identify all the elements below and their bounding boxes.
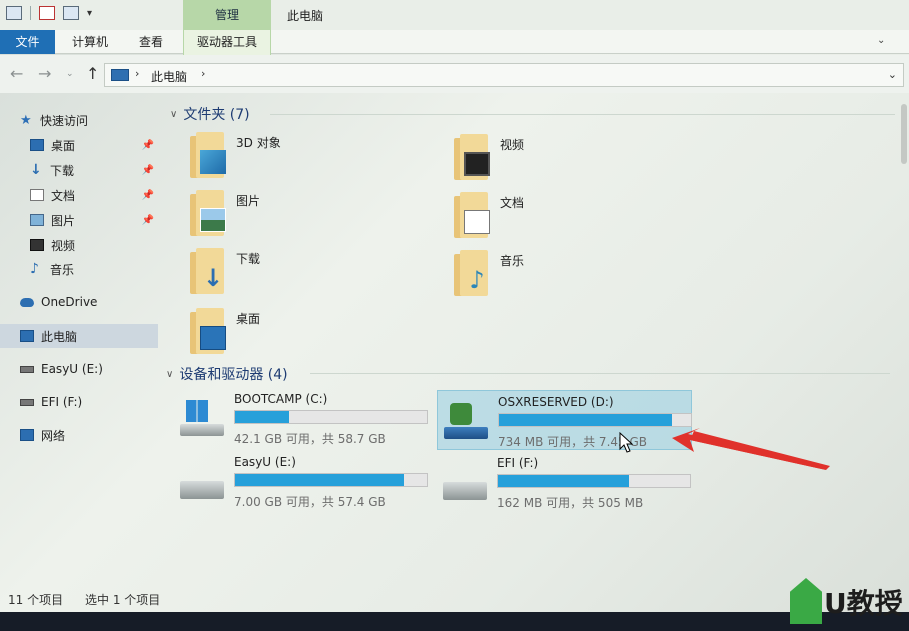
logo-icon [790,578,822,624]
explorer-window: ▾ 管理 此电脑 文件 计算机 查看 驱动器工具 ⌄ ← → ⌄ ↑ › 此电脑… [0,0,909,631]
item-count: 11 个项目 [8,593,64,607]
selection-count: 选中 1 个项目 [85,593,161,607]
status-bar: 11 个项目 选中 1 个项目 [0,586,909,610]
watermark-logo: U教授 [790,578,908,628]
annotation-arrow [672,428,830,470]
watermark-text: U教授 [824,587,903,620]
taskbar [0,612,909,631]
mouse-cursor-icon [619,432,633,453]
